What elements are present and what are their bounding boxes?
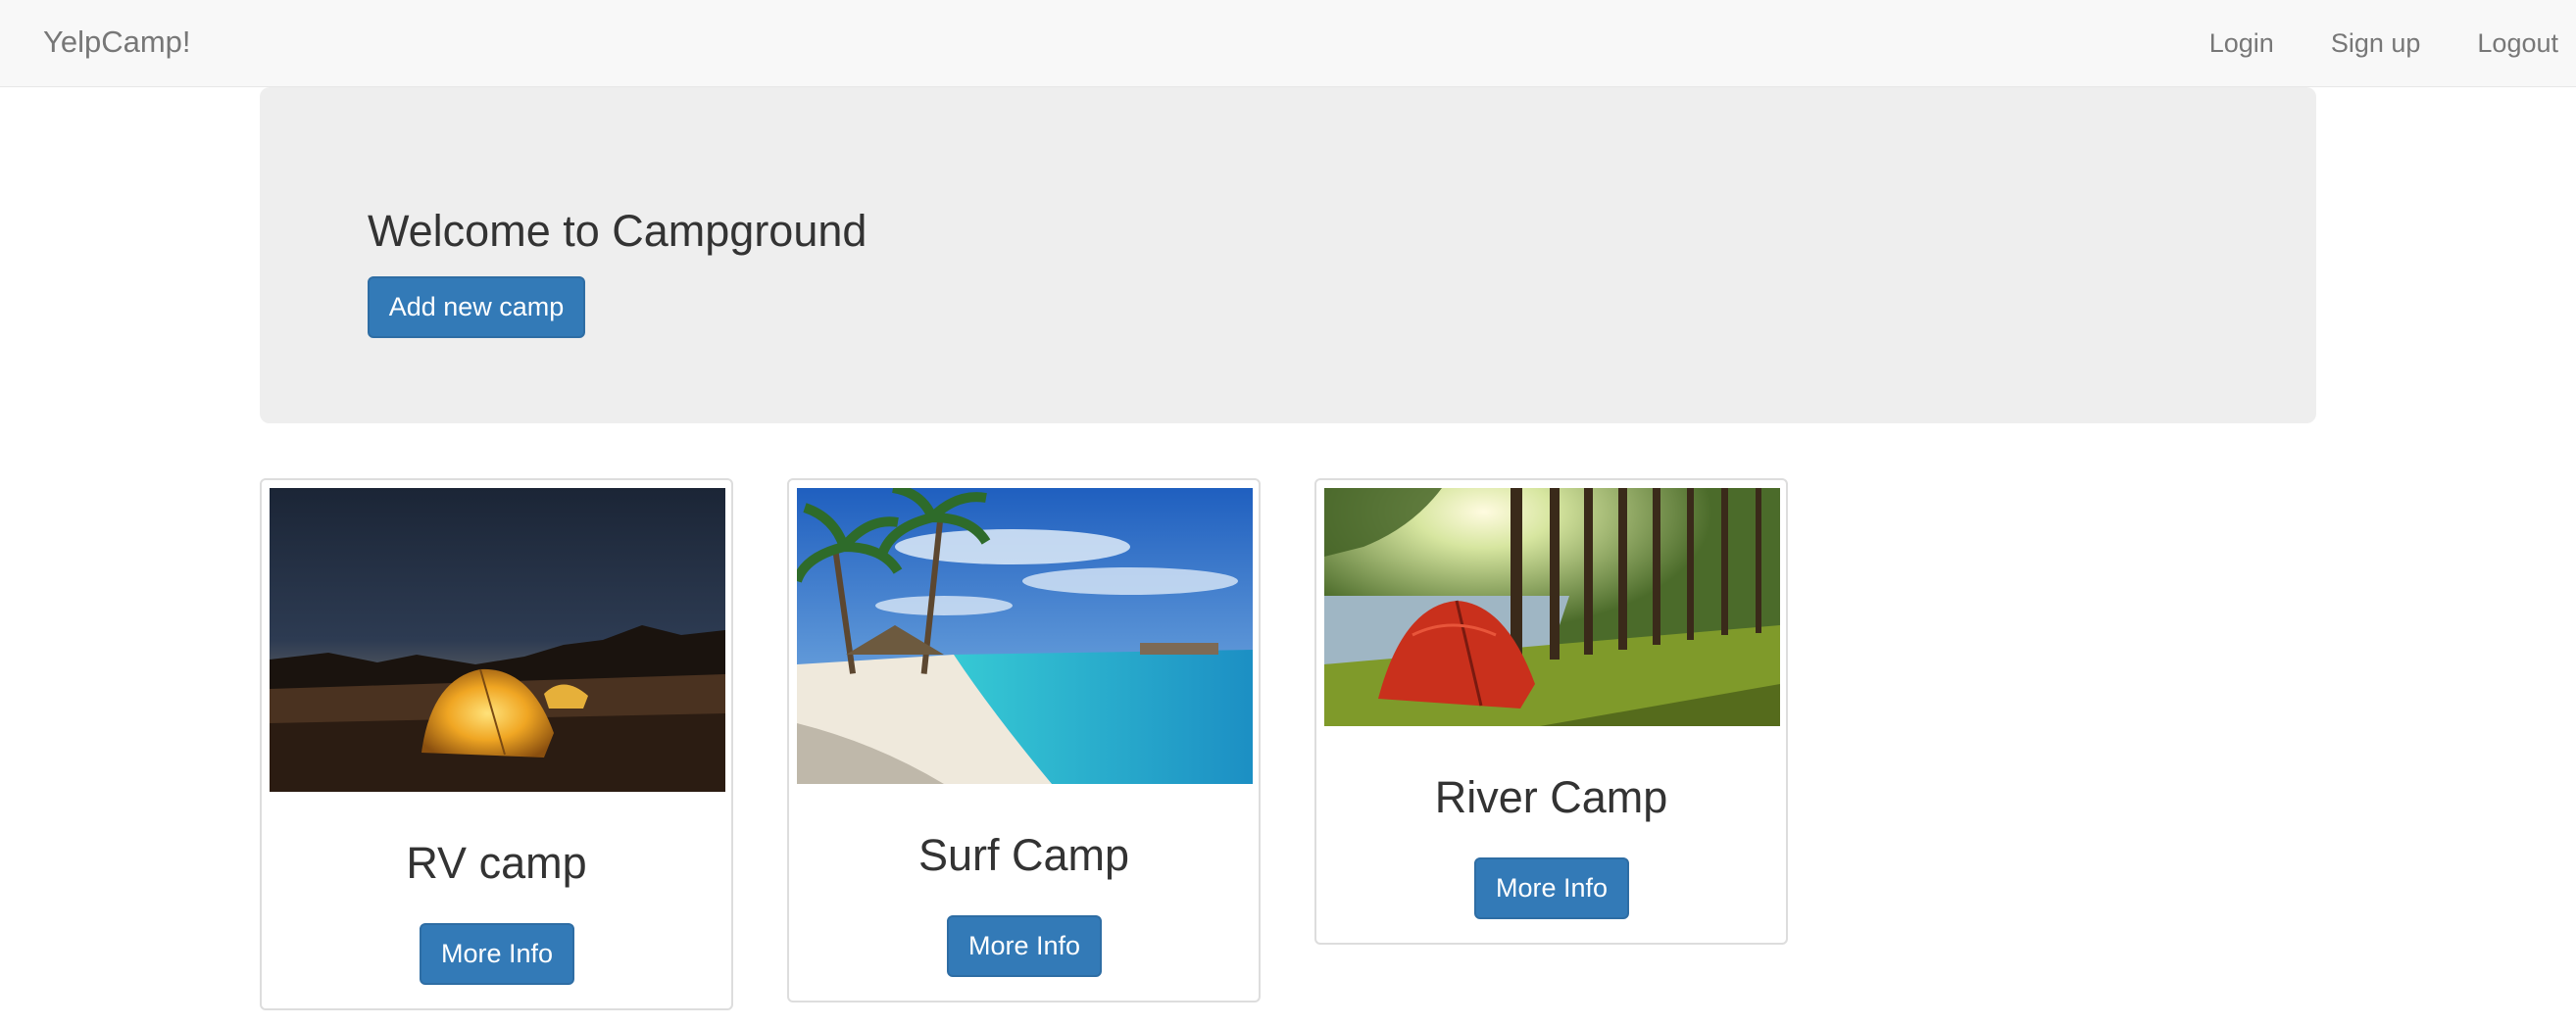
- logout-link[interactable]: Logout: [2477, 28, 2558, 59]
- campground-card: Surf Camp More Info: [787, 478, 1261, 1003]
- campground-image: [270, 488, 725, 792]
- page-title: Welcome to Campground: [368, 206, 867, 256]
- more-info-button[interactable]: More Info: [420, 923, 574, 985]
- campground-name: Surf Camp: [917, 830, 1130, 880]
- login-link[interactable]: Login: [2209, 28, 2274, 59]
- more-info-button[interactable]: More Info: [947, 915, 1102, 977]
- nav-links: Login Sign up Logout: [2153, 0, 2558, 87]
- campground-name: RV camp: [406, 838, 587, 888]
- navbar: YelpCamp! Login Sign up Logout: [0, 0, 2576, 87]
- signup-link[interactable]: Sign up: [2331, 28, 2421, 59]
- campground-image: [1324, 488, 1780, 726]
- jumbotron: Welcome to Campground Add new camp: [260, 87, 2316, 423]
- brand-link[interactable]: YelpCamp!: [43, 24, 191, 60]
- add-new-camp-button[interactable]: Add new camp: [368, 276, 585, 338]
- more-info-button[interactable]: More Info: [1474, 857, 1629, 919]
- campground-card: RV camp More Info: [260, 478, 733, 1010]
- forest-tent-image: [1324, 488, 1780, 726]
- campground-card: River Camp More Info: [1314, 478, 1788, 945]
- campground-name: River Camp: [1434, 772, 1668, 822]
- campground-image: [797, 488, 1253, 784]
- beach-image: [797, 488, 1253, 784]
- night-tent-image: [270, 488, 725, 792]
